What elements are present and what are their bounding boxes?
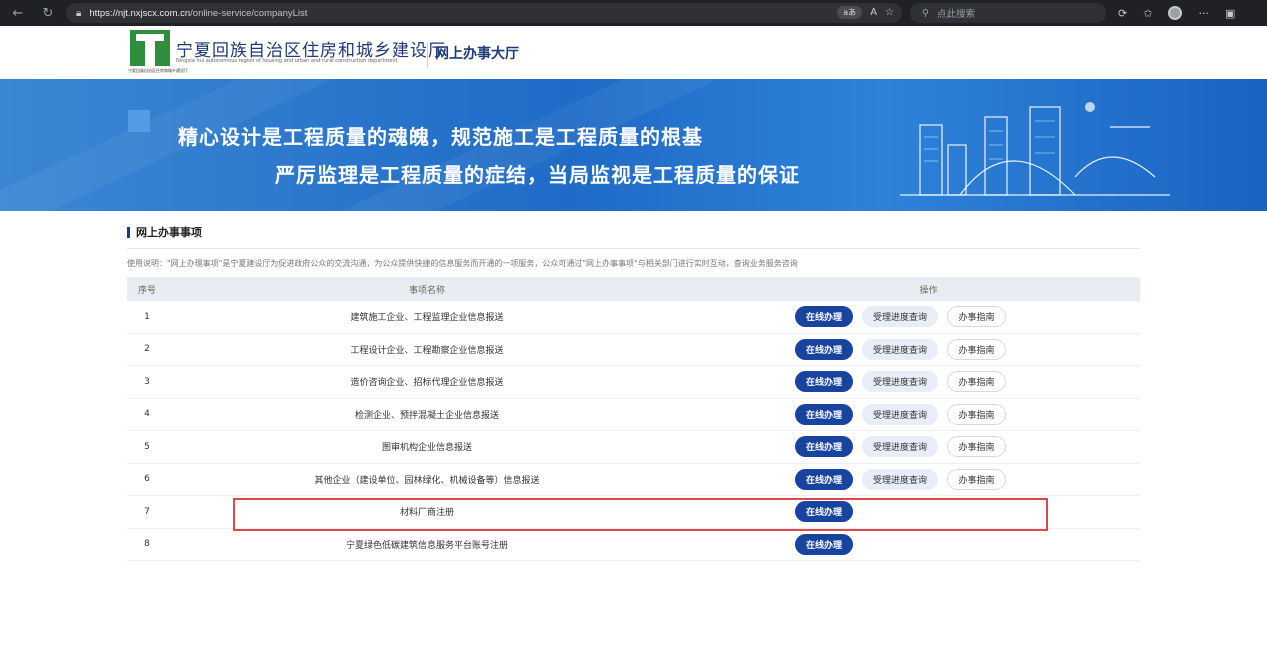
table-row: 1 建筑施工企业、工程监理企业信息报送 在线办理 受理进度查询 办事指南 [127,301,1140,334]
row-name: 检测企业、预拌混凝土企业信息报送 [354,410,499,421]
online-apply-button[interactable]: 在线办理 [795,403,853,425]
hall-title: 网上办事大厅 [435,46,519,62]
row-actions: 在线办理 受理进度查询 办事指南 [687,338,1140,360]
progress-query-button[interactable]: 受理进度查询 [862,436,938,458]
row-no: 6 [144,474,150,485]
online-apply-button[interactable]: 在线办理 [795,371,853,393]
extensions-icon[interactable]: ⟳ [1118,7,1127,20]
guide-button[interactable]: 办事指南 [947,468,1006,490]
row-actions: 在线办理 受理进度查询 办事指南 [687,436,1140,458]
row-no: 7 [144,506,150,517]
department-logo[interactable]: 宁夏回族自治区住房和城乡建设厅 [128,30,188,76]
sidebar-toggle-icon[interactable]: ▣ [1225,7,1235,20]
site-header: 宁夏回族自治区住房和城乡建设厅 宁夏回族自治区住房和城乡建设厅 Ningxia … [0,26,1267,79]
table-row: 8 宁夏绿色低碳建筑信息服务平台账号注册 在线办理 [127,529,1140,561]
guide-button[interactable]: 办事指南 [947,338,1006,360]
header-op: 操作 [919,285,938,296]
row-name: 造价咨询企业、招标代理企业信息报送 [350,378,504,389]
table-header: 序号 事项名称 操作 [127,277,1140,301]
favorite-star-icon[interactable]: ☆ [885,7,894,18]
site-title-en: Ningxia hui autonomous region of housing… [176,58,398,64]
row-no: 2 [144,344,150,355]
lock-icon: 🔒︎ [76,7,82,19]
profile-avatar[interactable] [1168,6,1183,20]
usage-note: 使用说明："网上办理事项"是宁夏建设厅为促进政府公众的交流沟通，为公众提供快捷的… [127,259,798,268]
progress-query-button[interactable]: 受理进度查询 [862,306,938,328]
row-name: 建筑施工企业、工程监理企业信息报送 [350,313,504,324]
row-no: 1 [144,311,150,322]
logo-mark-icon [130,30,170,66]
guide-button[interactable]: 办事指南 [947,306,1006,328]
online-apply-button[interactable]: 在线办理 [795,533,853,555]
font-size-icon[interactable]: A [870,7,877,18]
browser-search-input[interactable]: ⚲ 点此搜索 [910,3,1106,23]
row-no: 3 [144,376,150,387]
browser-toolbar: ← ↻ 🔒︎ https://njt.nxjscx.com.cn/online-… [0,0,1267,26]
section-title: 网上办事事项 [127,227,202,238]
search-placeholder: 点此搜索 [936,9,975,20]
row-actions: 在线办理 受理进度查询 办事指南 [687,306,1140,328]
table-row: 2 工程设计企业、工程勘察企业信息报送 在线办理 受理进度查询 办事指南 [127,334,1140,366]
row-actions: 在线办理 [687,533,1140,555]
header-name: 事项名称 [408,285,445,296]
online-apply-button[interactable]: 在线办理 [795,338,853,360]
banner-square-decoration [128,110,150,132]
table-row: 6 其他企业（建设单位、园林绿化、机械设备等）信息报送 在线办理 受理进度查询 … [127,464,1140,496]
logo-caption: 宁夏回族自治区住房和城乡建设厅 [128,68,188,73]
row-no: 5 [144,441,150,452]
read-aloud-icon[interactable]: aあ [837,6,863,19]
row-no: 8 [144,539,150,550]
online-apply-button[interactable]: 在线办理 [795,306,853,328]
search-icon: ⚲ [922,7,929,19]
table-row: 4 检测企业、预拌混凝土企业信息报送 在线办理 受理进度查询 办事指南 [127,399,1140,431]
row-actions: 在线办理 受理进度查询 办事指南 [687,468,1140,490]
row-name: 工程设计企业、工程勘察企业信息报送 [350,345,504,356]
guide-button[interactable]: 办事指南 [947,371,1006,393]
hero-banner: 精心设计是工程质量的魂魄，规范施工是工程质量的根基 严厉监理是工程质量的症结，当… [0,79,1267,211]
city-skyline-illustration [900,102,1170,196]
progress-query-button[interactable]: 受理进度查询 [862,468,938,490]
header-no: 序号 [137,285,156,296]
highlight-box [233,498,1048,531]
section-divider [127,248,1140,249]
more-menu-icon[interactable]: ··· [1198,7,1209,20]
progress-query-button[interactable]: 受理进度查询 [862,338,938,360]
row-no: 4 [144,409,150,420]
address-bar[interactable]: 🔒︎ https://njt.nxjscx.com.cn/online-serv… [66,3,902,23]
url-text: https://njt.nxjscx.com.cn/online-service… [89,7,308,19]
guide-button[interactable]: 办事指南 [947,403,1006,425]
online-apply-button[interactable]: 在线办理 [795,468,853,490]
row-name: 宁夏绿色低碳建筑信息服务平台账号注册 [345,540,508,551]
online-apply-button[interactable]: 在线办理 [795,436,853,458]
table-row: 3 造价咨询企业、招标代理企业信息报送 在线办理 受理进度查询 办事指南 [127,366,1140,399]
refresh-icon[interactable]: ↻ [38,6,58,21]
favorites-icon[interactable]: ✩ [1143,7,1152,20]
banner-slogan-1: 精心设计是工程质量的魂魄，规范施工是工程质量的根基 [178,125,703,149]
row-name: 其他企业（建设单位、园林绿化、机械设备等）信息报送 [314,475,540,486]
banner-slogan-2: 严厉监理是工程质量的症结，当局监视是工程质量的保证 [275,163,800,187]
back-icon[interactable]: ← [8,6,28,21]
progress-query-button[interactable]: 受理进度查询 [862,403,938,425]
row-name: 图审机构企业信息报送 [381,443,472,454]
row-actions: 在线办理 受理进度查询 办事指南 [687,371,1140,393]
table-row: 5 图审机构企业信息报送 在线办理 受理进度查询 办事指南 [127,431,1140,464]
row-actions: 在线办理 受理进度查询 办事指南 [687,403,1140,425]
guide-button[interactable]: 办事指南 [947,436,1006,458]
header-divider [427,42,428,68]
progress-query-button[interactable]: 受理进度查询 [862,371,938,393]
